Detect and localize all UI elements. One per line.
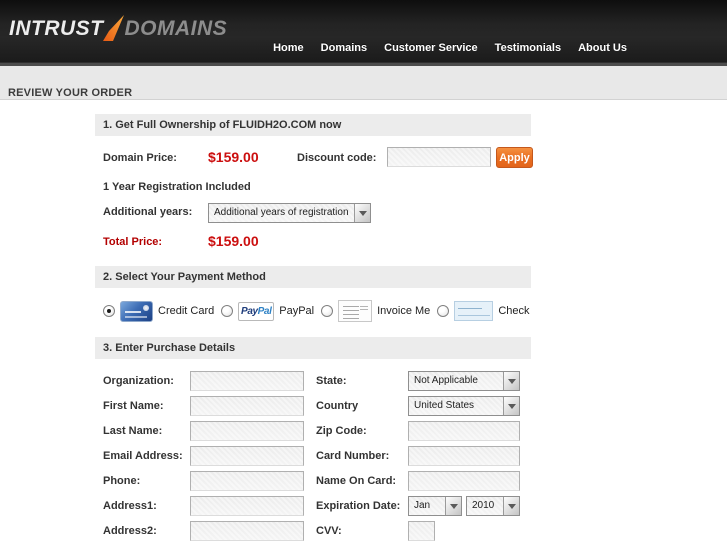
- country-label: Country: [316, 400, 408, 412]
- invoice-label[interactable]: Invoice Me: [377, 305, 430, 317]
- email-address-input[interactable]: [190, 446, 304, 466]
- order-form: 1. Get Full Ownership of FLUIDH2O.COM no…: [95, 114, 531, 545]
- additional-years-select[interactable]: Additional years of registration: [208, 203, 371, 223]
- first-name-label: First Name:: [103, 400, 190, 412]
- discount-code-label: Discount code:: [297, 152, 376, 164]
- form-row-email-cardnumber: Email Address: Card Number:: [95, 443, 531, 468]
- total-price-row: Total Price: $159.00: [95, 233, 531, 251]
- discount-code-input[interactable]: [387, 147, 491, 167]
- total-price-label: Total Price:: [103, 236, 162, 248]
- check-radio[interactable]: [437, 305, 449, 317]
- address2-input[interactable]: [190, 521, 304, 541]
- expiration-year-select[interactable]: 2010: [466, 496, 520, 516]
- form-row-address1-expiration: Address1: Expiration Date: Jan 2010: [95, 493, 531, 518]
- logo-arrow-icon: [101, 15, 125, 42]
- section3-header: 3. Enter Purchase Details: [95, 337, 531, 359]
- payment-option-paypal: PayPal PayPal: [221, 302, 314, 321]
- expiration-date-label: Expiration Date:: [316, 500, 408, 512]
- first-name-input[interactable]: [190, 396, 304, 416]
- form-row-address2-cvv: Address2: CVV:: [95, 518, 531, 543]
- additional-years-label: Additional years:: [103, 206, 192, 218]
- chevron-down-icon: [354, 204, 370, 222]
- phone-label: Phone:: [103, 475, 190, 487]
- page-title-band: REVIEW YOUR ORDER: [0, 66, 727, 100]
- section2-header: 2. Select Your Payment Method: [95, 266, 531, 288]
- nav-item-testimonials[interactable]: Testimonials: [495, 42, 561, 54]
- card-number-input[interactable]: [408, 446, 520, 466]
- nav-item-customer-service[interactable]: Customer Service: [384, 42, 478, 54]
- registration-note: 1 Year Registration Included: [103, 181, 531, 193]
- additional-years-row: Additional years: Additional years of re…: [95, 203, 531, 223]
- section1-header: 1. Get Full Ownership of FLUIDH2O.COM no…: [95, 114, 531, 136]
- chevron-down-icon: [503, 372, 519, 390]
- address1-label: Address1:: [103, 500, 190, 512]
- logo-text-domains: DOMAINS: [125, 17, 228, 41]
- cvv-input[interactable]: [408, 521, 435, 541]
- state-select[interactable]: Not Applicable: [408, 371, 520, 391]
- address1-input[interactable]: [190, 496, 304, 516]
- expiration-month-select[interactable]: Jan: [408, 496, 462, 516]
- zip-code-input[interactable]: [408, 421, 520, 441]
- credit-card-icon: [120, 301, 153, 322]
- credit-card-label[interactable]: Credit Card: [158, 305, 214, 317]
- logo: INTRUST DOMAINS: [9, 15, 227, 41]
- address2-label: Address2:: [103, 525, 190, 537]
- country-select[interactable]: United States: [408, 396, 520, 416]
- domain-price-row: Domain Price: $159.00 Discount code: App…: [95, 147, 531, 168]
- form-row-organization-state: Organization: State: Not Applicable: [95, 368, 531, 393]
- last-name-input[interactable]: [190, 421, 304, 441]
- page-title: REVIEW YOUR ORDER: [8, 87, 132, 99]
- nav-item-home[interactable]: Home: [273, 42, 304, 54]
- payment-option-credit-card: Credit Card: [103, 301, 214, 322]
- phone-input[interactable]: [190, 471, 304, 491]
- form-row-phone-nameoncard: Phone: Name On Card:: [95, 468, 531, 493]
- name-on-card-label: Name On Card:: [316, 475, 408, 487]
- expiration-date-cell: Jan 2010: [408, 496, 539, 516]
- invoice-radio[interactable]: [321, 305, 333, 317]
- name-on-card-input[interactable]: [408, 471, 520, 491]
- chevron-down-icon: [503, 497, 519, 515]
- email-address-label: Email Address:: [103, 450, 190, 462]
- purchase-details-form: Organization: State: Not Applicable Firs…: [95, 368, 531, 545]
- apply-button[interactable]: Apply: [496, 147, 533, 168]
- chevron-down-icon: [503, 397, 519, 415]
- state-label: State:: [316, 375, 408, 387]
- payment-option-check: Check: [437, 301, 529, 321]
- organization-input[interactable]: [190, 371, 304, 391]
- credit-card-radio[interactable]: [103, 305, 115, 317]
- paypal-label[interactable]: PayPal: [279, 305, 314, 317]
- additional-years-selected-value: Additional years of registration: [209, 204, 354, 222]
- cvv-label: CVV:: [316, 525, 408, 537]
- form-row-firstname-country: First Name: Country United States: [95, 393, 531, 418]
- check-label[interactable]: Check: [498, 305, 529, 317]
- zip-code-label: Zip Code:: [316, 425, 408, 437]
- total-price-value: $159.00: [208, 233, 259, 249]
- paypal-icon: PayPal: [238, 302, 274, 321]
- domain-price-value: $159.00: [208, 149, 259, 165]
- check-icon: [454, 301, 493, 321]
- last-name-label: Last Name:: [103, 425, 190, 437]
- payment-method-row: Credit Card PayPal PayPal Invoice Me Che…: [95, 296, 531, 326]
- nav-item-domains[interactable]: Domains: [321, 42, 367, 54]
- organization-label: Organization:: [103, 375, 190, 387]
- chevron-down-icon: [445, 497, 461, 515]
- nav-item-about-us[interactable]: About Us: [578, 42, 627, 54]
- main-nav: Home Domains Customer Service Testimonia…: [273, 42, 627, 54]
- paypal-radio[interactable]: [221, 305, 233, 317]
- invoice-icon: [338, 300, 372, 322]
- logo-text-intrust: INTRUST: [9, 17, 104, 41]
- payment-option-invoice: Invoice Me: [321, 300, 430, 322]
- site-header: INTRUST DOMAINS Home Domains Customer Se…: [0, 0, 727, 62]
- card-number-label: Card Number:: [316, 450, 408, 462]
- domain-price-label: Domain Price:: [103, 152, 177, 164]
- form-row-lastname-zip: Last Name: Zip Code:: [95, 418, 531, 443]
